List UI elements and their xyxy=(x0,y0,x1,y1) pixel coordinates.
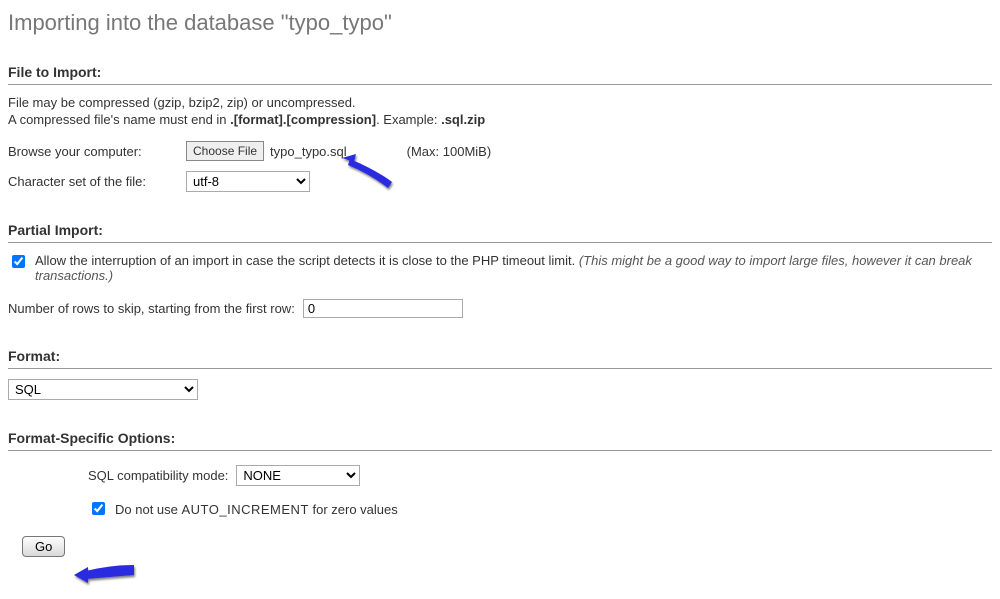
format-select[interactable]: SQL xyxy=(8,379,198,400)
allow-interrupt-label: Allow the interruption of an import in c… xyxy=(35,253,992,283)
go-button[interactable]: Go xyxy=(22,536,65,557)
allow-interrupt-checkbox[interactable] xyxy=(12,255,25,268)
skip-rows-input[interactable] xyxy=(303,299,463,318)
compat-label: SQL compatibility mode: xyxy=(88,468,228,483)
max-size-label: (Max: 100MiB) xyxy=(407,144,492,159)
format-heading: Format: xyxy=(8,348,992,369)
page-title: Importing into the database "typo_typo" xyxy=(8,10,992,36)
charset-label: Character set of the file: xyxy=(8,174,178,189)
annotation-arrow-icon xyxy=(70,557,140,591)
file-compress-desc: File may be compressed (gzip, bzip2, zip… xyxy=(8,95,992,110)
partial-import-heading: Partial Import: xyxy=(8,222,992,243)
file-name-format-desc: A compressed file's name must end in .[f… xyxy=(8,112,992,127)
charset-select[interactable]: utf-8 xyxy=(186,171,310,192)
compat-select[interactable]: NONE xyxy=(236,465,360,486)
choose-file-button[interactable]: Choose File xyxy=(186,141,264,161)
file-to-import-heading: File to Import: xyxy=(8,64,992,85)
skip-rows-label: Number of rows to skip, starting from th… xyxy=(8,301,295,316)
no-autoincrement-checkbox[interactable] xyxy=(92,502,105,515)
chosen-file-name: typo_typo.sql xyxy=(270,144,347,159)
fso-heading: Format-Specific Options: xyxy=(8,430,992,451)
no-autoincrement-label: Do not use AUTO_INCREMENT for zero value… xyxy=(115,502,398,517)
browse-label: Browse your computer: xyxy=(8,144,178,159)
